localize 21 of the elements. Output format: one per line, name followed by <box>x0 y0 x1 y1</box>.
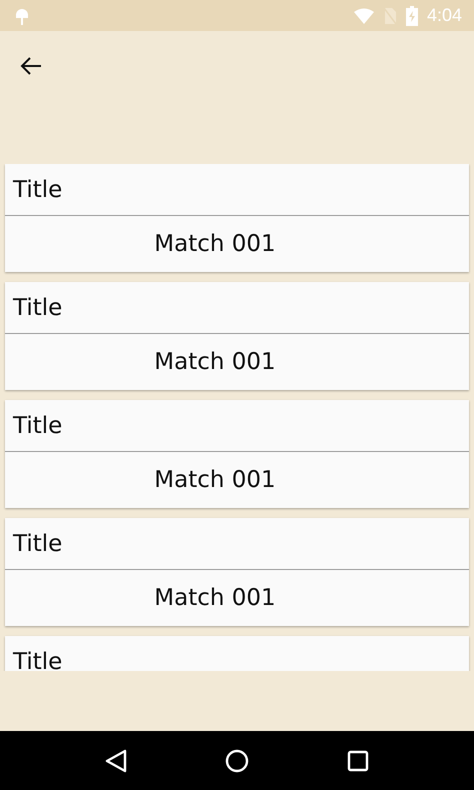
match-name: Match 001 <box>154 585 276 611</box>
card-title: Title <box>5 518 469 570</box>
card-title: Title <box>5 164 469 216</box>
match-card[interactable]: Title Match 001 <box>5 282 469 390</box>
clock-time: 4:04 <box>426 5 462 26</box>
match-name: Match 001 <box>154 467 276 493</box>
recent-apps-icon[interactable] <box>347 750 369 772</box>
card-title[interactable]: Title <box>5 636 469 671</box>
back-icon[interactable] <box>105 748 127 772</box>
match-name: Match 001 <box>154 231 276 257</box>
battery-charging-icon <box>406 6 418 26</box>
home-icon[interactable] <box>225 748 249 772</box>
card-title: Title <box>5 282 469 334</box>
no-sim-icon <box>382 6 397 24</box>
match-card[interactable]: Title Match 001 <box>5 518 469 626</box>
back-arrow-icon <box>20 57 42 75</box>
match-name: Match 001 <box>154 349 276 375</box>
match-card[interactable]: Title Match 001 <box>5 400 469 508</box>
wifi-icon <box>354 8 374 24</box>
card-title: Title <box>5 400 469 452</box>
match-card[interactable]: Title Match 001 <box>5 164 469 272</box>
